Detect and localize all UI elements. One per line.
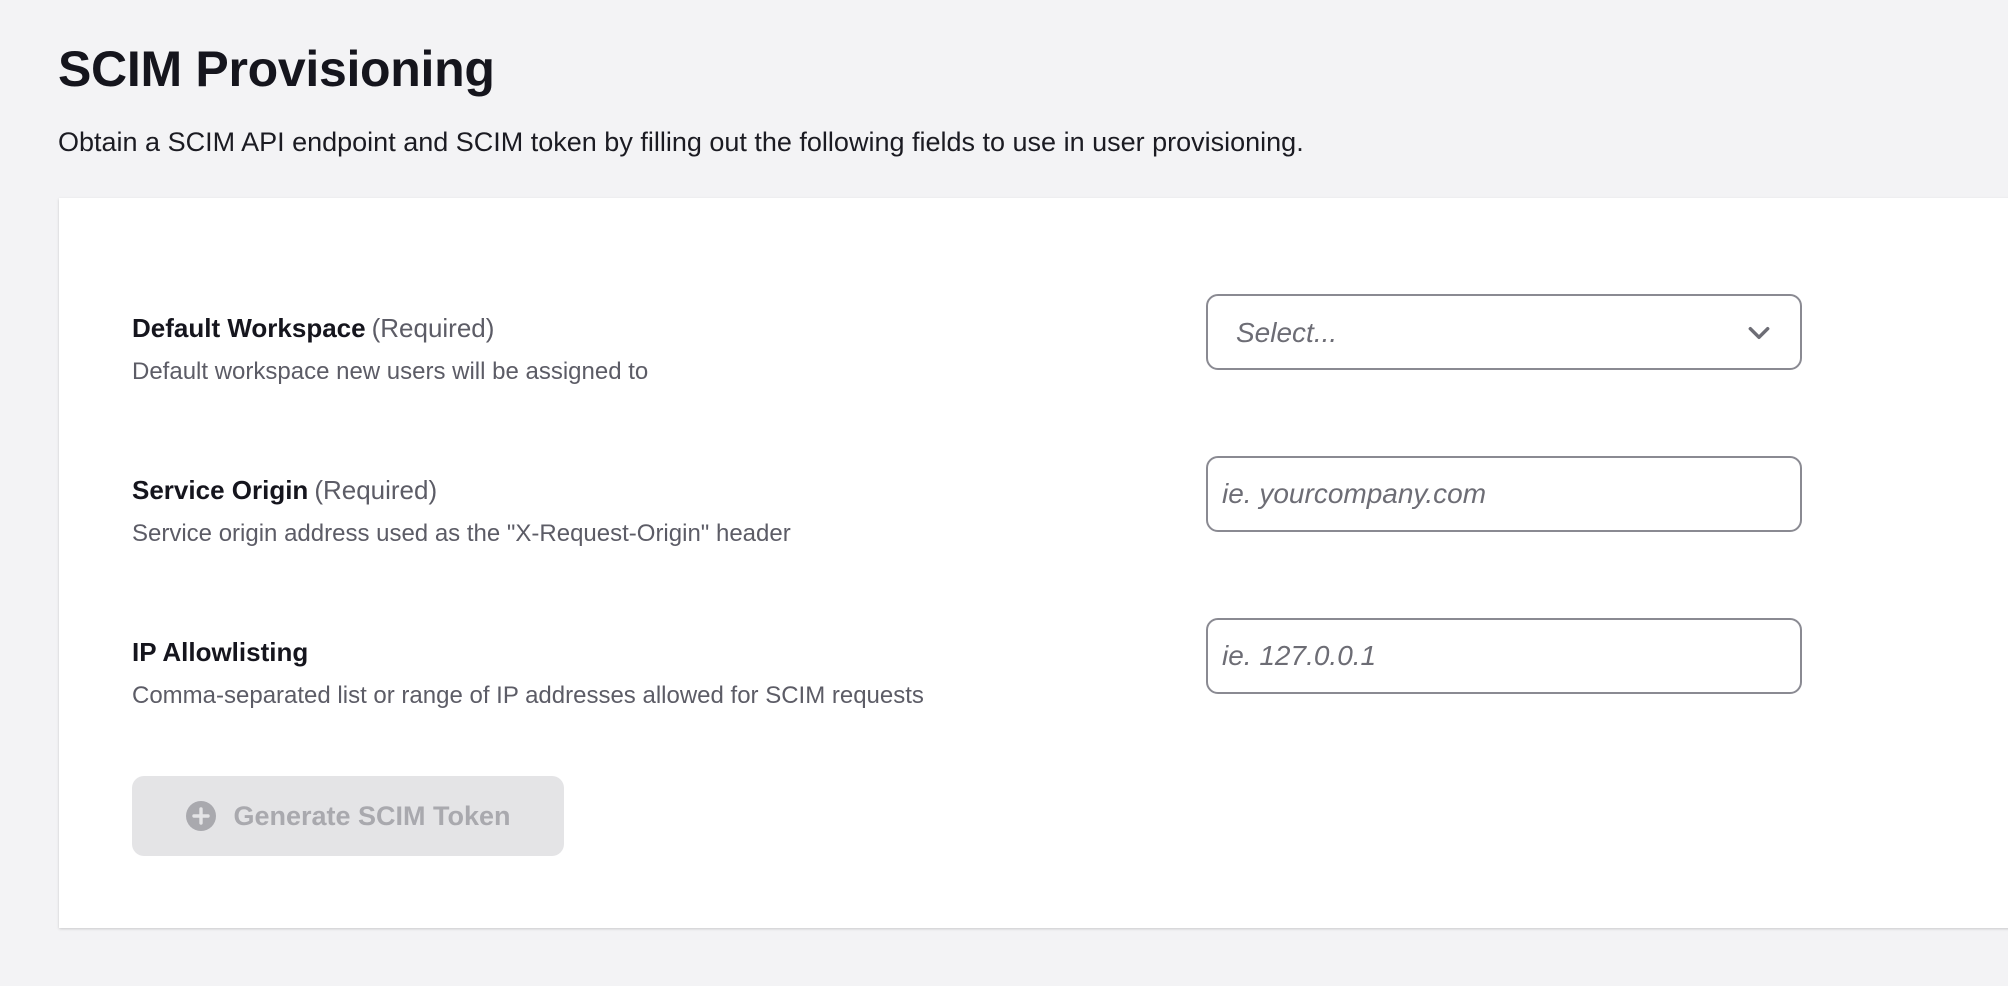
required-indicator: (Required) (371, 313, 495, 343)
ip-allowlisting-label-text: IP Allowlisting (132, 637, 309, 667)
service-origin-label-text: Service Origin (132, 475, 309, 505)
default-workspace-row: Default Workspace (Required) Default work… (132, 294, 1872, 394)
plus-circle-icon (186, 801, 217, 831)
generate-scim-token-button[interactable]: Generate SCIM Token (132, 776, 564, 856)
service-origin-help: Service origin address used as the "X-Re… (132, 520, 791, 547)
service-origin-input[interactable] (1208, 458, 1800, 530)
service-origin-label: Service Origin (Required) (132, 472, 437, 508)
default-workspace-label: Default Workspace (Required) (132, 310, 494, 346)
ip-allowlisting-help: Comma-separated list or range of IP addr… (132, 682, 924, 709)
scim-settings-card: Default Workspace (Required) Default work… (59, 198, 2008, 928)
scim-provisioning-page: SCIM Provisioning Obtain a SCIM API endp… (0, 0, 2008, 986)
default-workspace-label-text: Default Workspace (132, 313, 366, 343)
default-workspace-select-value: Select... (1236, 317, 1338, 348)
ip-allowlisting-input[interactable] (1208, 620, 1800, 692)
service-origin-row: Service Origin (Required) Service origin … (132, 456, 1872, 556)
default-workspace-select[interactable]: Select... (1206, 294, 1802, 370)
page-description: Obtain a SCIM API endpoint and SCIM toke… (58, 127, 1304, 157)
ip-allowlisting-label: IP Allowlisting (132, 634, 308, 670)
page-title: SCIM Provisioning (58, 41, 495, 97)
chevron-down-icon (1748, 326, 1770, 340)
default-workspace-help: Default workspace new users will be assi… (132, 358, 649, 385)
ip-allowlisting-field-wrapper (1206, 618, 1802, 694)
generate-scim-token-label: Generate SCIM Token (233, 800, 511, 831)
service-origin-field-wrapper (1206, 456, 1802, 532)
required-indicator: (Required) (314, 475, 438, 505)
ip-allowlisting-row: IP Allowlisting Comma-separated list or … (132, 618, 1872, 718)
